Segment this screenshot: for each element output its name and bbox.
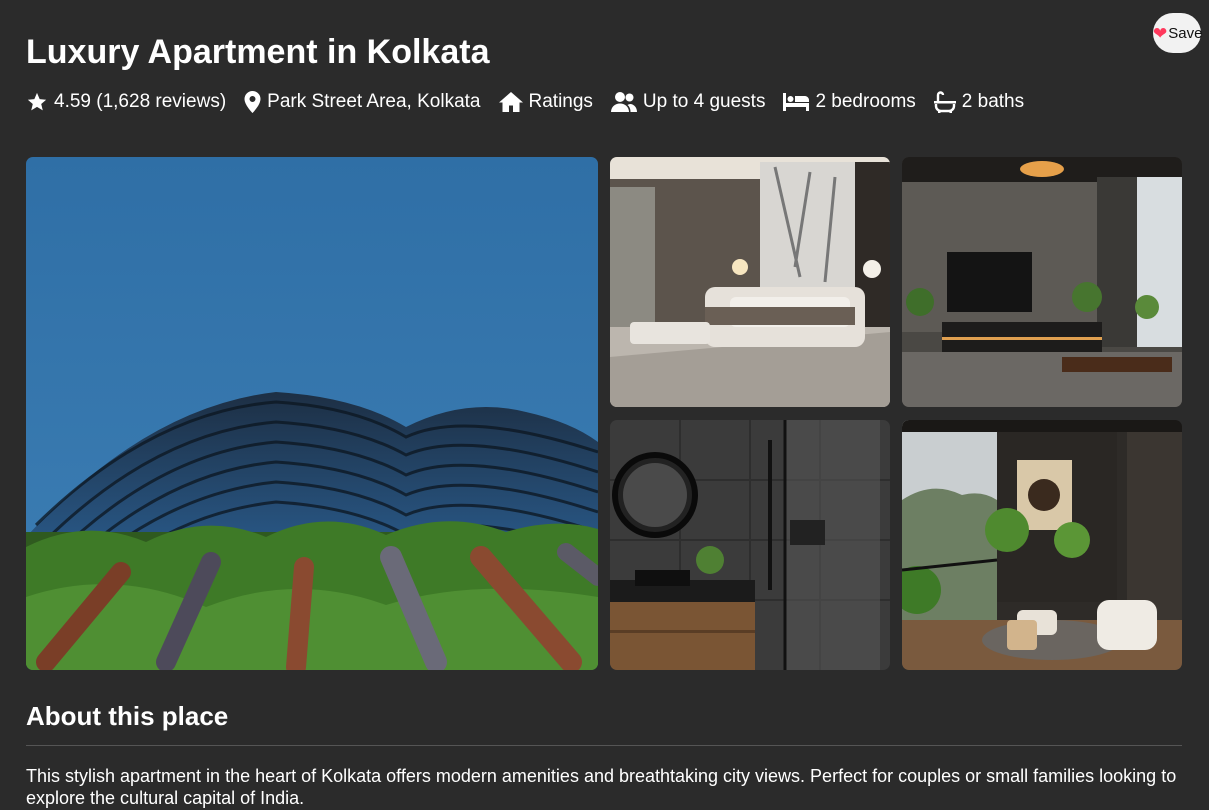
ratings-label: Ratings [528, 91, 593, 112]
balcony-photo[interactable] [902, 420, 1182, 670]
bedrooms-text: 2 bedrooms [815, 91, 916, 112]
heart-icon: ❤ [1153, 23, 1168, 43]
home-icon [498, 92, 523, 112]
section-divider [26, 745, 1182, 746]
about-description: This stylish apartment in the heart of K… [26, 766, 1177, 808]
location-summary: Park Street Area, Kolkata [244, 91, 481, 113]
living-room-photo[interactable] [902, 157, 1182, 407]
rating-summary: 4.59 (1,628 reviews) [26, 91, 226, 113]
bedroom-photo[interactable] [610, 157, 890, 407]
tower-exterior-photo[interactable] [26, 157, 598, 670]
users-icon [610, 92, 637, 112]
about-heading: About this place [26, 701, 229, 731]
location-text: Park Street Area, Kolkata [267, 91, 481, 112]
save-label: Save [1168, 24, 1203, 42]
photo-gallery [26, 157, 1182, 670]
rating-text: 4.59 (1,628 reviews) [54, 91, 227, 112]
listing-title: Luxury Apartment in Kolkata [26, 33, 490, 71]
ratings-link[interactable]: Ratings [498, 91, 593, 113]
baths-summary: 2 baths [933, 91, 1025, 113]
guests-text: Up to 4 guests [642, 91, 766, 112]
save-button[interactable]: ❤ Save [1153, 13, 1203, 53]
bath-icon [933, 91, 956, 113]
baths-text: 2 baths [961, 91, 1025, 112]
bathroom-photo[interactable] [610, 420, 890, 670]
location-pin-icon [244, 91, 261, 113]
star-icon [27, 92, 47, 111]
bed-icon [783, 93, 810, 111]
bedrooms-summary: 2 bedrooms [783, 91, 916, 113]
listing-meta-row: 4.59 (1,628 reviews) Park Street Area, K… [26, 88, 1042, 116]
guests-summary: Up to 4 guests [610, 91, 766, 113]
